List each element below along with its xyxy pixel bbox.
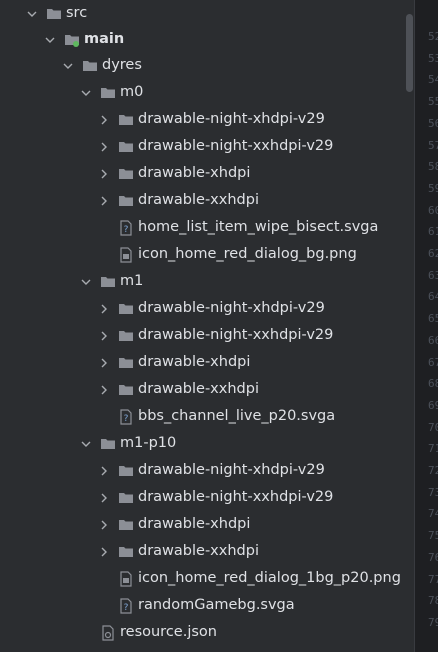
svg-text:?: ? <box>124 225 129 235</box>
folder-icon <box>118 517 134 533</box>
chevron-right-icon[interactable] <box>98 168 110 180</box>
chevron-right-icon[interactable] <box>98 141 110 153</box>
tree-label: resource.json <box>120 624 217 640</box>
chevron-down-icon[interactable] <box>80 276 92 288</box>
svg-text:?: ? <box>124 603 129 613</box>
folder-icon <box>46 6 62 22</box>
tree-label: bbs_channel_live_p20.svga <box>138 408 336 424</box>
tree-row-file[interactable]: icon_home_red_dialog_bg.png <box>0 241 404 268</box>
tree-row-folder[interactable]: drawable-xhdpi <box>0 349 404 376</box>
chevron-right-icon[interactable] <box>98 546 110 558</box>
tree-label: drawable-xxhdpi <box>138 381 259 397</box>
chevron-right-icon[interactable] <box>98 384 110 396</box>
tree-row-folder[interactable]: drawable-night-xhdpi-v29 <box>0 457 404 484</box>
tree-label: drawable-xhdpi <box>138 165 251 181</box>
tree-row-folder[interactable]: drawable-night-xhdpi-v29 <box>0 106 404 133</box>
tree-row-m0[interactable]: m0 <box>0 79 404 106</box>
tree-row-file[interactable]: ? home_list_item_wipe_bisect.svga <box>0 214 404 241</box>
tree-row-file[interactable]: ? bbs_channel_live_p20.svga <box>0 403 404 430</box>
tree-row-file[interactable]: icon_home_red_dialog_1bg_p20.png <box>0 565 404 592</box>
chevron-right-icon[interactable] <box>98 330 110 342</box>
tree-row-src[interactable]: src <box>0 0 404 27</box>
tree-label: drawable-night-xxhdpi-v29 <box>138 489 334 505</box>
tree-label: m1 <box>120 273 144 289</box>
folder-icon <box>118 328 134 344</box>
tree-row-folder[interactable]: drawable-xxhdpi <box>0 376 404 403</box>
folder-icon <box>118 193 134 209</box>
tree-label: drawable-night-xxhdpi-v29 <box>138 138 334 154</box>
tree-label: randomGamebg.svga <box>138 597 295 613</box>
tree-label: drawable-xxhdpi <box>138 192 259 208</box>
chevron-down-icon[interactable] <box>80 87 92 99</box>
tree-label: icon_home_red_dialog_1bg_p20.png <box>138 570 401 586</box>
image-file-icon <box>118 570 134 587</box>
scrollbar-track[interactable] <box>404 0 414 652</box>
tree-label: m1-p10 <box>120 435 177 451</box>
project-tree: src main dyres m0 drawable-night-xhdpi-v… <box>0 0 404 652</box>
tree-row-resource[interactable]: resource.json <box>0 619 404 646</box>
folder-icon <box>100 436 116 452</box>
tree-row-dyres[interactable]: dyres <box>0 52 404 79</box>
json-file-icon <box>100 624 116 641</box>
tree-row-folder[interactable]: drawable-xhdpi <box>0 511 404 538</box>
tree-label: m0 <box>120 84 144 100</box>
tree-label: main <box>84 31 125 47</box>
tree-label: home_list_item_wipe_bisect.svga <box>138 219 379 235</box>
unknown-file-icon: ? <box>118 597 134 614</box>
tree-label: drawable-xhdpi <box>138 516 251 532</box>
tree-row-main[interactable]: main <box>0 26 404 53</box>
folder-icon <box>100 85 116 101</box>
tree-label: drawable-night-xhdpi-v29 <box>138 462 325 478</box>
folder-icon <box>118 139 134 155</box>
chevron-right-icon[interactable] <box>98 465 110 477</box>
tree-label: drawable-night-xhdpi-v29 <box>138 111 325 127</box>
chevron-right-icon[interactable] <box>98 357 110 369</box>
tree-row-folder[interactable]: drawable-night-xhdpi-v29 <box>0 295 404 322</box>
tree-row-folder[interactable]: drawable-xxhdpi <box>0 187 404 214</box>
chevron-right-icon[interactable] <box>98 195 110 207</box>
module-folder-icon <box>64 32 80 48</box>
chevron-down-icon[interactable] <box>62 60 74 72</box>
chevron-right-icon[interactable] <box>98 519 110 531</box>
line-number: 79 <box>428 615 438 629</box>
folder-icon <box>118 463 134 479</box>
tree-row-folder[interactable]: drawable-night-xxhdpi-v29 <box>0 322 404 349</box>
folder-icon <box>100 274 116 290</box>
tree-label: drawable-night-xhdpi-v29 <box>138 300 325 316</box>
folder-icon <box>118 490 134 506</box>
folder-icon <box>82 58 98 74</box>
tree-row-folder[interactable]: drawable-night-xxhdpi-v29 <box>0 484 404 511</box>
chevron-right-icon[interactable] <box>98 114 110 126</box>
tree-label: drawable-xhdpi <box>138 354 251 370</box>
unknown-file-icon: ? <box>118 219 134 236</box>
tree-label: src <box>66 5 88 21</box>
chevron-down-icon[interactable] <box>80 438 92 450</box>
tree-label: icon_home_red_dialog_bg.png <box>138 246 357 262</box>
tree-row-folder[interactable]: drawable-xxhdpi <box>0 538 404 565</box>
unknown-file-icon: ? <box>118 408 134 425</box>
image-file-icon <box>118 246 134 263</box>
svg-text:?: ? <box>124 414 129 424</box>
chevron-down-icon[interactable] <box>44 34 56 46</box>
tree-label: dyres <box>102 57 142 73</box>
folder-icon <box>118 544 134 560</box>
tree-row-folder[interactable]: drawable-xhdpi <box>0 160 404 187</box>
scrollbar-thumb[interactable] <box>406 14 413 92</box>
tree-row-m1[interactable]: m1 <box>0 268 404 295</box>
chevron-down-icon[interactable] <box>26 8 38 20</box>
folder-icon <box>118 112 134 128</box>
folder-icon <box>118 166 134 182</box>
tree-row-m1-p10[interactable]: m1-p10 <box>0 430 404 457</box>
tree-row-folder[interactable]: drawable-night-xxhdpi-v29 <box>0 133 404 160</box>
folder-icon <box>118 301 134 317</box>
tree-row-file[interactable]: ? randomGamebg.svga <box>0 592 404 619</box>
folder-icon <box>118 382 134 398</box>
tree-label: drawable-xxhdpi <box>138 543 259 559</box>
folder-icon <box>118 355 134 371</box>
chevron-right-icon[interactable] <box>98 303 110 315</box>
tree-label: drawable-night-xxhdpi-v29 <box>138 327 334 343</box>
chevron-right-icon[interactable] <box>98 492 110 504</box>
